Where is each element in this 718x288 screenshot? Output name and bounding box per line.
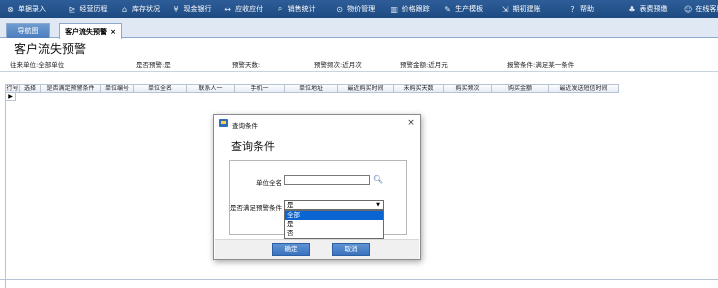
query-dialog: 查询条件 × 查询条件 单位全名 🔍︎ 是否满足预警条件 是 ▼ 全部 是 否 … <box>213 114 421 260</box>
column-header[interactable]: 购买金额 <box>492 84 549 93</box>
menu-item[interactable]: ✎ 生产模板 <box>443 0 500 18</box>
menu-item-label: 表费预缴 <box>639 5 668 13</box>
menu-item-label: 单据录入 <box>18 5 46 13</box>
menu-item[interactable]: ⊙ 物价管理 <box>335 0 390 18</box>
menu-item-label: 库存状况 <box>131 5 160 13</box>
price-icon: ⊙ <box>336 4 343 14</box>
column-header[interactable]: 手机一 <box>235 84 285 93</box>
menu-item[interactable]: ▥ 价格跟踪 <box>390 0 444 18</box>
menu-item-label: 现金银行 <box>183 5 212 13</box>
menu-item-label: 价格跟踪 <box>401 5 430 13</box>
menu-item-label: 帮助 <box>580 5 595 13</box>
warning-condition-label: 是否满足预警条件 <box>230 204 282 212</box>
column-header[interactable]: 单位地址 <box>285 84 338 93</box>
menu-item-label: 应收应付 <box>235 5 264 13</box>
menu-item-label: 在线客服 <box>695 5 718 13</box>
menu-item[interactable]: ⊗ 单据录入 <box>6 0 67 18</box>
close-icon[interactable]: × <box>110 28 116 36</box>
tab-label: 客户流失预警 <box>65 27 108 36</box>
close-icon[interactable]: × <box>405 117 417 129</box>
tab-label: 导航图 <box>17 27 39 35</box>
filter-days: 预警天数: <box>232 61 261 69</box>
transfer-icon: ↔ <box>224 4 231 14</box>
tab-customer-churn-warning[interactable]: 客户流失预警 × <box>59 23 122 39</box>
unit-name-input[interactable] <box>284 175 370 185</box>
top-menu-bar: ⊗ 单据录入 ⊵ 经营历程 ⌂ 库存状况 ¥ 现金银行 ↔ 应收应付 ⌕ 销售统计 ⊙ 物价管理 ▥ 价格跟踪… <box>0 0 718 18</box>
divider <box>0 71 718 72</box>
selected-value: 是 <box>287 201 294 209</box>
menu-item[interactable]: ⇲ 期初建账 <box>501 0 568 18</box>
menu-item[interactable]: ☺在线客服 <box>684 0 718 18</box>
dialog-titlebar[interactable]: 查询条件 × <box>214 115 420 131</box>
current-row-indicator: ▶ <box>6 93 16 101</box>
option-yes[interactable]: 是 <box>285 220 383 229</box>
menu-item-label: 生产模板 <box>455 5 484 13</box>
column-header[interactable]: 行号 <box>6 84 20 93</box>
filter-alarm-condition: 报警条件:满足某一条件 <box>507 61 575 69</box>
search-icon: ⌕ <box>277 4 283 13</box>
column-header[interactable]: 购买频次 <box>444 84 492 93</box>
chevron-down-icon[interactable]: ▼ <box>373 201 383 209</box>
menu-item[interactable]: ⌂ 库存状况 <box>120 0 172 18</box>
column-header[interactable]: 单位全名 <box>134 84 187 93</box>
grid-header: 行号 选择 是否满足预警条件 单位编号 单位全名 联系人一 手机一 单位地址 最近购买时间 未购买… <box>6 84 619 93</box>
search-icon[interactable]: 🔍︎ <box>372 174 384 186</box>
cancel-button[interactable]: 取消 <box>332 243 370 256</box>
column-header[interactable]: 未购买天数 <box>394 84 444 93</box>
app-icon <box>219 119 228 127</box>
warehouse-icon: ⌂ <box>121 4 128 14</box>
filter-amount: 预警金额:近月元 <box>400 61 448 69</box>
page-title: 客户流失预警 <box>14 42 87 56</box>
column-header[interactable]: 最近发送短信时间 <box>549 84 619 93</box>
menu-item-label: 物价管理 <box>347 5 376 13</box>
chart-line-icon: ⊵ <box>68 4 76 14</box>
filter-frequency: 预警频次:近月次 <box>314 61 362 69</box>
bank-icon: ¥ <box>173 4 179 14</box>
dialog-title: 查询条件 <box>232 122 258 130</box>
bar-chart-icon: ▥ <box>390 4 398 14</box>
dialog-footer <box>215 239 419 259</box>
divider <box>0 279 718 280</box>
service-icon: ☺ <box>683 4 693 14</box>
menu-item[interactable]: ⊵ 经营历程 <box>67 0 120 18</box>
tab-strip: 导航图 客户流失预警 × <box>0 18 718 39</box>
menu-item-label: 经营历程 <box>79 5 108 13</box>
condition-dropdown-list[interactable]: 全部 是 否 <box>284 210 384 239</box>
filter-warning: 是否预警:是 <box>136 61 171 69</box>
dialog-heading: 查询条件 <box>231 140 275 153</box>
menu-item[interactable]: ¥ 现金银行 <box>172 0 224 18</box>
column-header[interactable]: 单位编号 <box>101 84 134 93</box>
unit-name-label: 单位全名 <box>256 179 282 187</box>
warning-condition-select[interactable]: 是 ▼ <box>284 200 384 210</box>
column-header[interactable]: 最近购买时间 <box>338 84 394 93</box>
column-header[interactable]: 是否满足预警条件 <box>41 84 101 93</box>
scan-icon: ⊗ <box>7 4 14 14</box>
menu-item-label: 期初建账 <box>512 5 541 13</box>
import-icon: ⇲ <box>501 4 509 14</box>
menu-item[interactable]: ⌕ 销售统计 <box>276 0 335 18</box>
option-no[interactable]: 否 <box>285 229 383 238</box>
option-all[interactable]: 全部 <box>285 211 383 220</box>
column-header[interactable]: 联系人一 <box>187 84 235 93</box>
column-header[interactable]: 选择 <box>20 84 41 93</box>
ok-button[interactable]: 确定 <box>272 243 310 256</box>
wrench-icon: ✎ <box>444 4 451 14</box>
menu-item-label: 销售统计 <box>287 5 316 13</box>
user-icon: ♣ <box>628 4 636 14</box>
tab-navigation[interactable]: 导航图 <box>6 23 50 38</box>
menu-item[interactable]: ♣ 表费预缴 <box>627 0 684 18</box>
menu-item[interactable]: ? 帮助 <box>568 0 627 18</box>
menu-item[interactable]: ↔ 应收应付 <box>223 0 276 18</box>
help-icon: ? <box>570 4 575 14</box>
filter-unit: 往来单位:全部单位 <box>10 61 65 69</box>
